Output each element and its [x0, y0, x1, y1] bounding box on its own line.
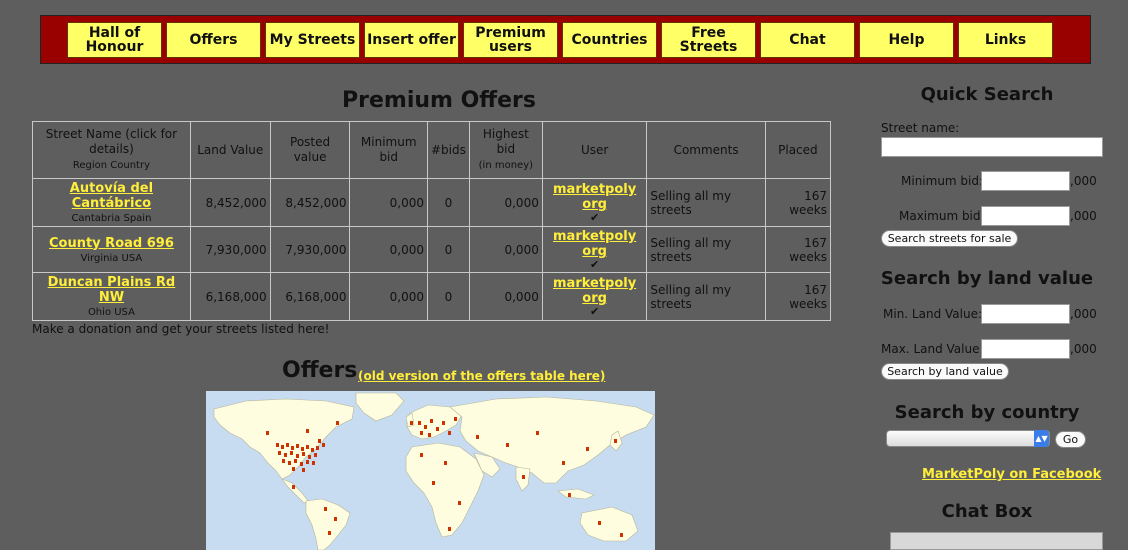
max-bid-input[interactable]	[981, 206, 1070, 226]
cell-placed: 167 weeks	[764, 178, 832, 227]
chat-box-frame[interactable]	[890, 532, 1103, 550]
nav-links[interactable]: Links	[958, 22, 1053, 58]
nav-premium-users[interactable]: Premium users	[463, 22, 558, 58]
search-land-value-button[interactable]: Search by land value	[881, 363, 1009, 380]
street-region: Ohio USA	[87, 307, 135, 318]
facebook-link[interactable]: MarketPoly on Facebook	[922, 467, 1101, 482]
select-arrows-icon: ▲▼	[1034, 430, 1049, 447]
verified-check-icon: ✔	[590, 258, 600, 271]
highest-header-sub: (in money)	[478, 160, 534, 171]
street-link[interactable]: Autovía del Cantábrico	[70, 181, 153, 211]
column-header-street: Street Name (click for details) Region C…	[32, 121, 191, 179]
user-link[interactable]: marketpoly org	[553, 229, 636, 259]
table-row: Autovía del Cantábrico Cantabria Spain 8…	[32, 178, 832, 227]
cell-placed: 167 weeks	[764, 272, 832, 321]
min-bid-label: Minimum bid:	[901, 174, 984, 188]
cell-comments: Selling all my streets	[646, 272, 766, 321]
chat-box-title: Chat Box	[941, 501, 1033, 522]
cell-street: County Road 696 Virginia USA	[32, 226, 191, 273]
min-land-suffix: ,000	[1070, 307, 1097, 321]
column-header-land: Land Value	[189, 121, 271, 179]
nav-hall-of-honour[interactable]: Hall of Honour	[67, 22, 162, 58]
cell-bids: 0	[426, 178, 470, 227]
offers-title: Offers	[282, 358, 358, 383]
cell-user: marketpoly org ✔	[541, 178, 648, 227]
street-region: Virginia USA	[80, 252, 143, 264]
nav-my-streets[interactable]: My Streets	[265, 22, 360, 58]
max-land-value-input[interactable]	[981, 339, 1070, 359]
old-version-link[interactable]: (old version of the offers table here)	[358, 369, 605, 383]
cell-minimum-bid: 0,000	[349, 178, 428, 227]
user-link[interactable]: marketpoly org	[553, 182, 636, 212]
column-header-placed: Placed	[764, 121, 832, 179]
cell-highest-bid: 0,000	[468, 178, 543, 227]
cell-user: marketpoly org ✔	[541, 226, 648, 273]
cell-bids: 0	[426, 226, 470, 273]
nav-offers[interactable]: Offers	[166, 22, 261, 58]
max-bid-suffix: ,000	[1070, 209, 1097, 223]
land-value-search-title: Search by land value	[880, 268, 1094, 289]
cell-posted-value: 7,930,000	[269, 226, 351, 273]
world-map-graphic	[213, 392, 655, 550]
column-header-posted: Posted value	[269, 121, 351, 179]
verified-check-icon: ✔	[590, 211, 600, 224]
cell-land-value: 8,452,000	[189, 178, 271, 227]
verified-check-icon: ✔	[590, 305, 600, 318]
highest-header-label: Highest bid	[482, 127, 529, 156]
top-nav-bar: Hall of Honour Offers My Streets Insert …	[40, 15, 1091, 64]
cell-minimum-bid: 0,000	[349, 272, 428, 321]
cell-user: marketpoly org ✔	[541, 272, 648, 321]
cell-land-value: 6,168,000	[189, 272, 271, 321]
table-header-row: Street Name (click for details) Region C…	[32, 121, 832, 179]
min-land-value-input[interactable]	[981, 304, 1070, 324]
street-link[interactable]: County Road 696	[49, 236, 174, 251]
min-bid-suffix: ,000	[1070, 174, 1097, 188]
max-bid-label: Maximum bid:	[899, 209, 985, 223]
column-header-highest: Highest bid (in money)	[468, 121, 543, 179]
nav-insert-offer[interactable]: Insert offer	[364, 22, 459, 58]
column-header-comments: Comments	[646, 121, 766, 179]
street-header-label: Street Name (click for details)	[45, 127, 178, 156]
column-header-user: User	[541, 121, 648, 179]
cell-minimum-bid: 0,000	[349, 226, 428, 273]
street-name-input[interactable]	[881, 137, 1103, 157]
country-select[interactable]: ▲▼	[886, 430, 1050, 447]
cell-street: Autovía del Cantábrico Cantabria Spain	[32, 178, 191, 227]
cell-posted-value: 8,452,000	[269, 178, 351, 227]
user-link[interactable]: marketpoly org	[553, 276, 636, 306]
street-region: Cantabria Spain	[71, 213, 152, 224]
search-streets-button[interactable]: Search streets for sale	[881, 230, 1018, 247]
max-land-value-label: Max. Land Value:	[881, 342, 984, 356]
table-row: Duncan Plains Rd NW Ohio USA 6,168,000 6…	[32, 272, 832, 321]
max-land-suffix: ,000	[1070, 342, 1097, 356]
region-header-label: Region Country	[72, 160, 150, 171]
nav-help[interactable]: Help	[859, 22, 954, 58]
cell-bids: 0	[426, 272, 470, 321]
street-link[interactable]: Duncan Plains Rd NW	[48, 275, 176, 305]
street-name-label: Street name:	[881, 121, 960, 135]
cell-comments: Selling all my streets	[646, 226, 766, 273]
cell-street: Duncan Plains Rd NW Ohio USA	[32, 272, 191, 321]
world-offers-map[interactable]	[206, 391, 655, 550]
nav-free-streets[interactable]: Free Streets	[661, 22, 756, 58]
premium-offers-title: Premium Offers	[342, 88, 536, 113]
min-bid-input[interactable]	[981, 171, 1070, 191]
donation-text: Make a donation and get your streets lis…	[32, 322, 330, 336]
quick-search-title: Quick Search	[920, 84, 1054, 105]
cell-comments: Selling all my streets	[646, 178, 766, 227]
column-header-minbid: Minimum bid	[349, 121, 428, 179]
cell-land-value: 7,930,000	[189, 226, 271, 273]
cell-highest-bid: 0,000	[468, 272, 543, 321]
cell-highest-bid: 0,000	[468, 226, 543, 273]
go-button[interactable]: Go	[1055, 431, 1086, 448]
nav-countries[interactable]: Countries	[562, 22, 657, 58]
cell-posted-value: 6,168,000	[269, 272, 351, 321]
nav-chat[interactable]: Chat	[760, 22, 855, 58]
column-header-bids: #bids	[426, 121, 470, 179]
min-land-value-label: Min. Land Value:	[883, 307, 982, 321]
cell-placed: 167 weeks	[764, 226, 832, 273]
premium-offers-table: Street Name (click for details) Region C…	[32, 121, 832, 321]
country-search-title: Search by country	[894, 402, 1080, 423]
table-row: County Road 696 Virginia USA 7,930,000 7…	[32, 226, 832, 273]
